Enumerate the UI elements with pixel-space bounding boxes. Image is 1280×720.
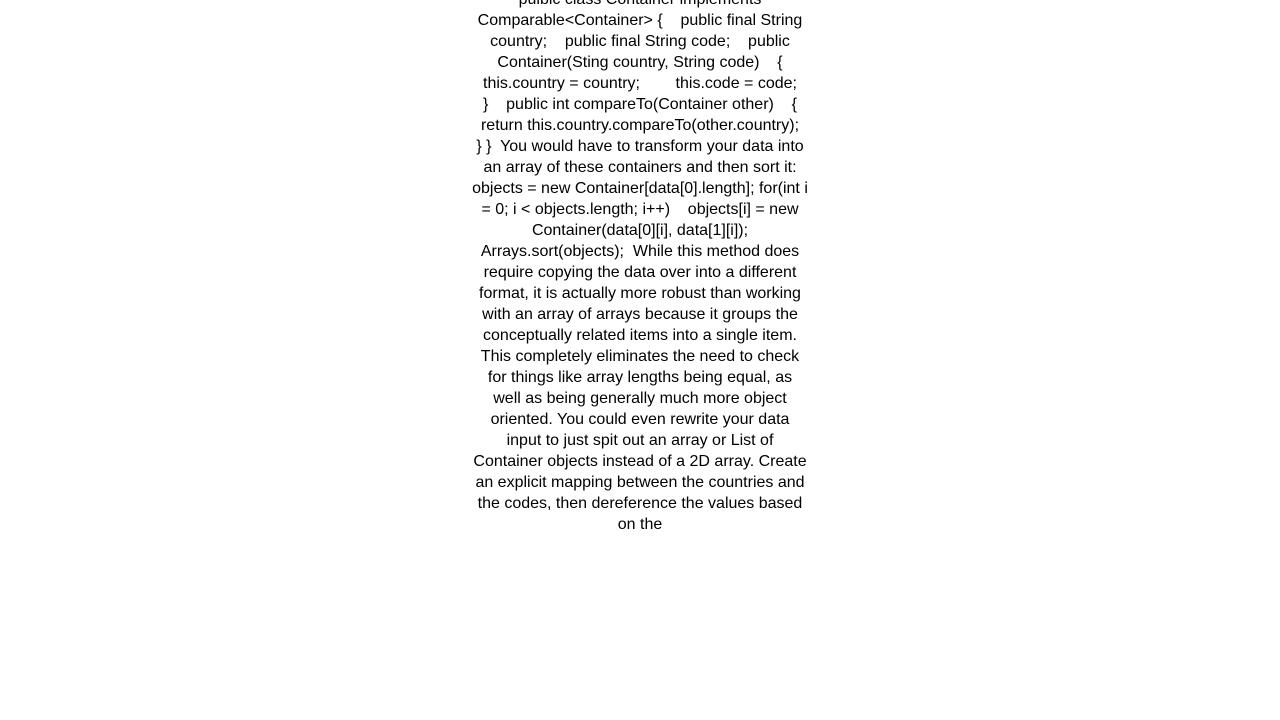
- body-text: pulbic class Container implements Compar…: [472, 0, 808, 533]
- page-viewport: pulbic class Container implements Compar…: [0, 0, 1280, 720]
- text-content-column: pulbic class Container implements Compar…: [472, 0, 808, 535]
